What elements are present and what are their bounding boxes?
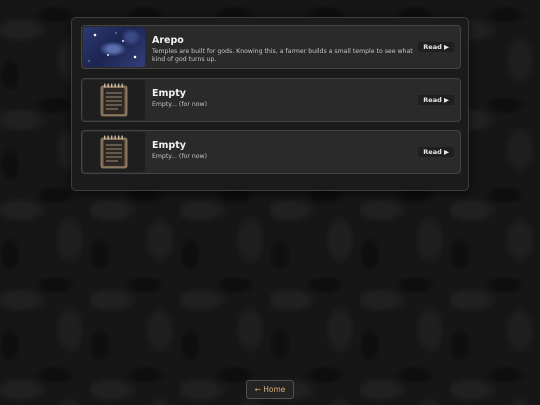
story-title: Empty <box>152 140 186 151</box>
story-card-empty[interactable]: Empty Empty... (for now) Read ▶ <box>81 130 461 174</box>
home-button[interactable]: ← Home <box>246 380 294 399</box>
notepad-icon <box>83 80 145 120</box>
read-button[interactable]: Read ▶ <box>418 147 454 157</box>
story-card-empty[interactable]: Empty Empty... (for now) Read ▶ <box>81 78 461 122</box>
story-title: Arepo <box>152 35 184 46</box>
story-list-panel: Arepo Temples are built for gods. Knowin… <box>71 17 469 191</box>
story-card-arepo[interactable]: Arepo Temples are built for gods. Knowin… <box>81 25 461 69</box>
story-description: Empty... (for now) <box>152 153 208 160</box>
story-thumbnail-image <box>83 27 145 67</box>
read-button[interactable]: Read ▶ <box>418 95 454 105</box>
story-description: Empty... (for now) <box>152 101 208 108</box>
read-button[interactable]: Read ▶ <box>418 42 454 52</box>
story-description: Temples are built for gods. Knowing this… <box>152 48 413 63</box>
story-title: Empty <box>152 88 186 99</box>
notepad-icon <box>83 132 145 172</box>
